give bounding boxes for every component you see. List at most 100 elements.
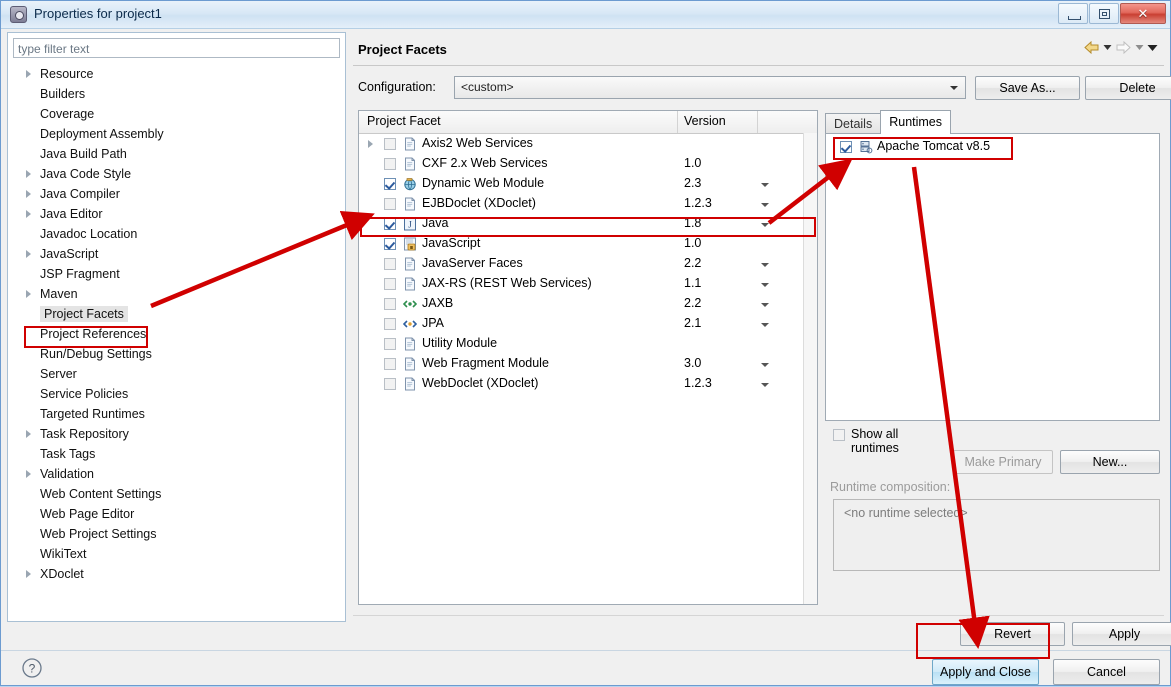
version-chevron-down-icon[interactable] <box>761 383 769 387</box>
sidebar-item-web-page-editor[interactable]: Web Page Editor <box>8 504 345 524</box>
expand-chevron-right-icon[interactable] <box>26 570 31 578</box>
facet-table-scrollbar[interactable] <box>803 133 817 604</box>
sidebar-item-targeted-runtimes[interactable]: Targeted Runtimes <box>8 404 345 424</box>
expand-chevron-right-icon[interactable] <box>26 430 31 438</box>
expand-chevron-right-icon[interactable] <box>26 210 31 218</box>
table-row[interactable]: Utility Module <box>359 334 817 354</box>
sidebar-item-jsp-fragment[interactable]: JSP Fragment <box>8 264 345 284</box>
back-arrow-icon[interactable] <box>1083 40 1100 55</box>
expand-chevron-right-icon[interactable] <box>26 470 31 478</box>
expand-chevron-right-icon[interactable] <box>368 140 373 148</box>
sidebar-item-java-editor[interactable]: Java Editor <box>8 204 345 224</box>
table-row[interactable]: JavaServer Faces2.2 <box>359 254 817 274</box>
version-chevron-down-icon[interactable] <box>761 223 769 227</box>
page-menu-chevron-down-icon[interactable] <box>1147 44 1158 52</box>
version-chevron-down-icon[interactable] <box>761 183 769 187</box>
facet-checkbox[interactable] <box>384 358 396 370</box>
sidebar-item-service-policies[interactable]: Service Policies <box>8 384 345 404</box>
minimize-button[interactable] <box>1058 3 1088 24</box>
maximize-button[interactable] <box>1089 3 1119 24</box>
expand-chevron-right-icon[interactable] <box>26 190 31 198</box>
apply-button[interactable]: Apply <box>1072 622 1171 646</box>
configuration-select[interactable]: <custom> <box>454 76 966 99</box>
facet-checkbox[interactable] <box>384 158 396 170</box>
facet-name: JavaServer Faces <box>422 256 523 270</box>
sidebar-item-server[interactable]: Server <box>8 364 345 384</box>
table-row[interactable]: JJava1.8 <box>359 214 817 234</box>
sidebar-item-builders[interactable]: Builders <box>8 84 345 104</box>
sidebar-item-java-build-path[interactable]: Java Build Path <box>8 144 345 164</box>
delete-button[interactable]: Delete <box>1085 76 1171 100</box>
sidebar-item-wikitext[interactable]: WikiText <box>8 544 345 564</box>
tab-details[interactable]: Details <box>825 113 881 134</box>
sidebar-item-validation[interactable]: Validation <box>8 464 345 484</box>
version-chevron-down-icon[interactable] <box>761 363 769 367</box>
list-item[interactable]: Apache Tomcat v8.5 <box>826 137 1159 157</box>
version-chevron-down-icon[interactable] <box>761 203 769 207</box>
revert-button[interactable]: Revert <box>960 622 1065 646</box>
sidebar-item-javascript[interactable]: JavaScript <box>8 244 345 264</box>
table-row[interactable]: JAXB2.2 <box>359 294 817 314</box>
facet-checkbox[interactable] <box>384 138 396 150</box>
table-row[interactable]: JAX-RS (REST Web Services)1.1 <box>359 274 817 294</box>
table-row[interactable]: Axis2 Web Services <box>359 134 817 154</box>
facet-checkbox[interactable] <box>384 218 396 230</box>
facet-version: 1.0 <box>684 236 701 250</box>
expand-chevron-right-icon[interactable] <box>26 250 31 258</box>
forward-menu-chevron-down-icon[interactable] <box>1135 44 1144 51</box>
table-row[interactable]: WebDoclet (XDoclet)1.2.3 <box>359 374 817 394</box>
version-chevron-down-icon[interactable] <box>761 283 769 287</box>
table-row[interactable]: Dynamic Web Module2.3 <box>359 174 817 194</box>
sidebar-item-deployment-assembly[interactable]: Deployment Assembly <box>8 124 345 144</box>
facet-checkbox[interactable] <box>384 258 396 270</box>
header-divider-2 <box>757 111 758 133</box>
close-button[interactable]: ✕ <box>1120 3 1166 24</box>
sidebar-item-web-project-settings[interactable]: Web Project Settings <box>8 524 345 544</box>
sidebar-item-maven[interactable]: Maven <box>8 284 345 304</box>
version-chevron-down-icon[interactable] <box>761 263 769 267</box>
project-facet-table[interactable]: Project Facet Version Axis2 Web Services… <box>358 110 818 605</box>
help-icon[interactable]: ? <box>21 657 43 679</box>
filter-input[interactable]: type filter text <box>13 38 340 58</box>
facet-checkbox[interactable] <box>384 178 396 190</box>
new-runtime-button[interactable]: New... <box>1060 450 1160 474</box>
make-primary-button[interactable]: Make Primary <box>953 450 1053 474</box>
sidebar-item-web-content-settings[interactable]: Web Content Settings <box>8 484 345 504</box>
table-row[interactable]: JavaScript1.0 <box>359 234 817 254</box>
facet-checkbox[interactable] <box>384 318 396 330</box>
sidebar-item-resource[interactable]: Resource <box>8 64 345 84</box>
facet-checkbox[interactable] <box>384 378 396 390</box>
annotation-box-project-facets <box>24 326 148 348</box>
version-chevron-down-icon[interactable] <box>761 323 769 327</box>
cancel-button[interactable]: Cancel <box>1053 659 1160 685</box>
save-as-button[interactable]: Save As... <box>975 76 1080 100</box>
apply-and-close-button[interactable]: Apply and Close <box>932 659 1039 685</box>
sidebar-item-java-compiler[interactable]: Java Compiler <box>8 184 345 204</box>
version-chevron-down-icon[interactable] <box>761 303 769 307</box>
sidebar-item-javadoc-location[interactable]: Javadoc Location <box>8 224 345 244</box>
sidebar-item-xdoclet[interactable]: XDoclet <box>8 564 345 584</box>
expand-chevron-right-icon[interactable] <box>26 70 31 78</box>
runtime-checkbox[interactable] <box>840 141 852 153</box>
tab-runtimes[interactable]: Runtimes <box>880 110 951 134</box>
sidebar-item-project-facets[interactable]: Project Facets <box>8 304 345 324</box>
expand-chevron-right-icon[interactable] <box>26 290 31 298</box>
sidebar-item-java-code-style[interactable]: Java Code Style <box>8 164 345 184</box>
table-row[interactable]: JPA2.1 <box>359 314 817 334</box>
runtimes-list[interactable]: Apache Tomcat v8.5 <box>825 133 1160 421</box>
sidebar-item-task-repository[interactable]: Task Repository <box>8 424 345 444</box>
sidebar-item-task-tags[interactable]: Task Tags <box>8 444 345 464</box>
table-row[interactable]: CXF 2.x Web Services1.0 <box>359 154 817 174</box>
runtimes-tabs[interactable]: DetailsRuntimes <box>825 110 950 134</box>
facet-checkbox[interactable] <box>384 278 396 290</box>
facet-checkbox[interactable] <box>384 238 396 250</box>
table-row[interactable]: Web Fragment Module3.0 <box>359 354 817 374</box>
back-menu-chevron-down-icon[interactable] <box>1103 44 1112 51</box>
expand-chevron-right-icon[interactable] <box>26 170 31 178</box>
table-row[interactable]: EJBDoclet (XDoclet)1.2.3 <box>359 194 817 214</box>
facet-name: CXF 2.x Web Services <box>422 156 548 170</box>
facet-checkbox[interactable] <box>384 198 396 210</box>
facet-checkbox[interactable] <box>384 338 396 350</box>
sidebar-item-coverage[interactable]: Coverage <box>8 104 345 124</box>
facet-checkbox[interactable] <box>384 298 396 310</box>
